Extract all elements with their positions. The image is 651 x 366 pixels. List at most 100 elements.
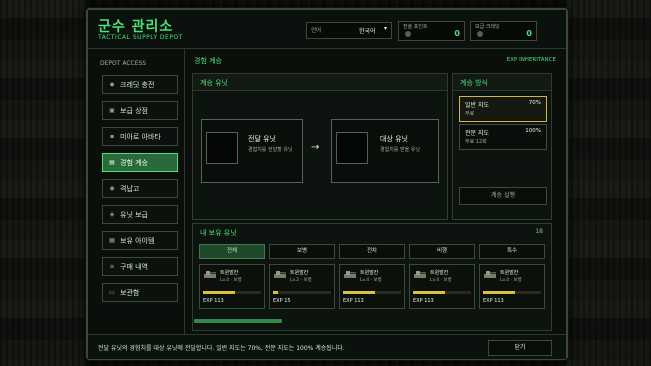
coin-icon — [477, 31, 483, 37]
resource-label: 전술 포인트 — [403, 24, 428, 30]
unit-name: 트윈발칸 — [290, 270, 309, 276]
tab-special[interactable]: 특수 — [479, 244, 545, 259]
units-scrollbar[interactable] — [194, 319, 282, 323]
unit-card[interactable]: 트윈발칸 Lv.2 · 보병 EXP 15 — [269, 264, 335, 309]
source-unit-image — [206, 132, 238, 164]
inherit-method-panel: 계승 방식 일반 지도 70% 무료 전문 지도 100% 무료 12회 계승 … — [452, 73, 552, 220]
sidebar-item-unit-supply[interactable]: ◈ 유닛 보급 — [102, 205, 178, 224]
section-title-en: EXP INHERITANCE — [506, 57, 556, 63]
sidebar-item-label: 크레딧 충전 — [120, 80, 155, 89]
footer-bar: 전달 유닛의 경험치를 대상 유닛에 전달합니다. 일반 지도는 70%, 전문… — [88, 334, 566, 359]
method-cost: 무료 — [465, 111, 475, 117]
unit-card[interactable]: 트윈발칸 Lv.4 · 보병 EXP 113 — [339, 264, 405, 309]
sidebar-item-owned-items[interactable]: ▦ 보유 아이템 — [102, 231, 178, 250]
unit-exp: EXP 15 — [273, 298, 291, 304]
page-subtitle: TACTICAL SUPPLY DEPOT — [98, 34, 183, 41]
receipt-icon: ≡ — [109, 263, 115, 270]
unit-icon: ◈ — [109, 211, 115, 218]
exp-bar-fill — [203, 291, 235, 294]
language-select[interactable]: 언어 한국어 ▾ — [306, 22, 392, 39]
sidebar-item-label: 구매 내역 — [120, 262, 148, 271]
sidebar-item-exp-inheritance[interactable]: ▤ 경험 계승 — [102, 153, 178, 172]
panel-title: 내 보유 유닛 — [200, 229, 237, 237]
sidebar-item-avatar[interactable]: ▪ 미아로 아바타 — [102, 127, 178, 146]
sidebar-item-label: 미아로 아바타 — [120, 132, 161, 141]
exp-bar-fill — [413, 291, 445, 294]
inherit-unit-panel: 계승 유닛 전달 유닛 경험치를 전달할 유닛 → 대상 유닛 경험치를 받을 … — [192, 73, 448, 220]
transfer-icon: ▤ — [109, 159, 115, 166]
sidebar-item-label: 경험 계승 — [120, 158, 148, 167]
unit-level: Lv.4 · 보병 — [220, 278, 242, 283]
exp-bar — [273, 291, 331, 294]
method-name: 일반 지도 — [465, 102, 489, 109]
exp-bar-fill — [483, 291, 515, 294]
footer-message: 전달 유닛의 경험치를 대상 유닛에 전달합니다. 일반 지도는 70%, 전문… — [98, 345, 345, 352]
sidebar-heading: DEPOT ACCESS — [100, 60, 147, 67]
supply-depot-window: 군수 관리소 TACTICAL SUPPLY DEPOT 언어 한국어 ▾ 전술… — [86, 8, 568, 360]
unit-exp: EXP 113 — [483, 298, 504, 304]
unit-thumbnail — [274, 271, 286, 278]
panel-header: 내 보유 유닛 18 — [193, 224, 551, 240]
avatar-icon: ▪ — [109, 133, 115, 140]
close-button[interactable]: 닫기 — [488, 340, 552, 356]
panel-header: 계승 유닛 — [193, 74, 447, 91]
unit-level: Lv.2 · 보병 — [290, 278, 312, 283]
language-label: 언어 — [311, 28, 322, 34]
sidebar: DEPOT ACCESS ◆ 크레딧 충전 ▣ 보급 상점 ▪ 미아로 아바타 … — [88, 49, 185, 334]
unit-card[interactable]: 트윈발칸 Lv.4 · 보병 EXP 113 — [409, 264, 475, 309]
tab-infantry[interactable]: 보병 — [269, 244, 335, 259]
target-unit-slot[interactable]: 대상 유닛 경험치를 받을 유닛 — [331, 119, 439, 183]
resource-tactical-points: 전술 포인트 0 — [398, 21, 465, 41]
unit-card[interactable]: 트윈발칸 Lv.4 · 보병 EXP 113 — [199, 264, 265, 309]
resource-value: 0 — [454, 29, 460, 38]
unit-count: 18 — [535, 228, 543, 235]
sidebar-item-label: 격납고 — [120, 184, 140, 193]
tab-air[interactable]: 비행 — [409, 244, 475, 259]
resource-label: 보급 크레딧 — [475, 24, 500, 30]
exp-bar — [413, 291, 471, 294]
owned-units-panel: 내 보유 유닛 18 전체 보병 전차 비행 특수 트윈발칸 Lv.4 · 보병… — [192, 223, 552, 331]
unit-level: Lv.4 · 보병 — [500, 278, 522, 283]
source-unit-desc: 경험치를 전달할 유닛 — [248, 147, 293, 153]
resource-supply-credits: 보급 크레딧 0 — [470, 21, 537, 41]
hangar-icon: ◉ — [109, 185, 115, 192]
right-wall-texture — [565, 0, 651, 366]
target-unit-image — [336, 132, 368, 164]
unit-thumbnail — [204, 271, 216, 278]
coin-icon — [405, 31, 411, 37]
exp-bar — [483, 291, 541, 294]
sidebar-item-supply-shop[interactable]: ▣ 보급 상점 — [102, 101, 178, 120]
method-name: 전문 지도 — [465, 130, 489, 137]
source-unit-slot[interactable]: 전달 유닛 경험치를 전달할 유닛 — [201, 119, 303, 183]
unit-name: 트윈발칸 — [500, 270, 519, 276]
unit-exp: EXP 113 — [413, 298, 434, 304]
method-percent: 100% — [525, 128, 541, 134]
unit-exp: EXP 113 — [203, 298, 224, 304]
exp-bar-fill — [273, 291, 278, 294]
tab-all[interactable]: 전체 — [199, 244, 265, 259]
exp-bar-fill — [343, 291, 375, 294]
sidebar-item-label: 보유 아이템 — [120, 236, 155, 245]
target-unit-title: 대상 유닛 — [380, 135, 408, 143]
target-unit-desc: 경험치를 받을 유닛 — [380, 147, 420, 153]
item-icon: ▦ — [109, 237, 115, 244]
sidebar-item-purchase-history[interactable]: ≡ 구매 내역 — [102, 257, 178, 276]
sidebar-item-credit-charge[interactable]: ◆ 크레딧 충전 — [102, 75, 178, 94]
unit-level: Lv.4 · 보병 — [430, 278, 452, 283]
exp-bar — [343, 291, 401, 294]
unit-name: 트윈발칸 — [430, 270, 449, 276]
sidebar-item-storage[interactable]: ▭ 보관함 — [102, 283, 178, 302]
chevron-down-icon: ▾ — [383, 25, 387, 32]
unit-thumbnail — [484, 271, 496, 278]
method-option-normal[interactable]: 일반 지도 70% 무료 — [459, 96, 547, 122]
execute-inherit-button[interactable]: 계승 실행 — [459, 187, 547, 205]
shop-icon: ▣ — [109, 107, 115, 114]
unit-card[interactable]: 트윈발칸 Lv.4 · 보병 EXP 113 — [479, 264, 545, 309]
method-option-expert[interactable]: 전문 지도 100% 무료 12회 — [459, 124, 547, 150]
storage-icon: ▭ — [109, 289, 115, 296]
left-wall-texture — [0, 0, 86, 366]
sidebar-item-hangar[interactable]: ◉ 격납고 — [102, 179, 178, 198]
panel-title: 계승 유닛 — [200, 79, 228, 87]
unit-level: Lv.4 · 보병 — [360, 278, 382, 283]
tab-tank[interactable]: 전차 — [339, 244, 405, 259]
